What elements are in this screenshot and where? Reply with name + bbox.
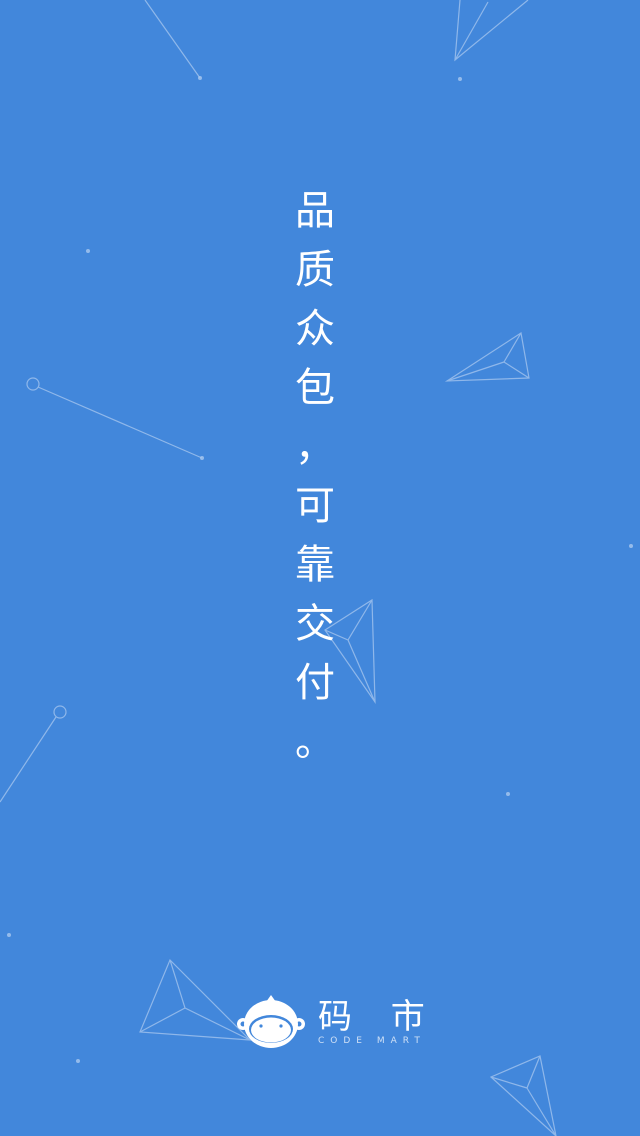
decor-plane (454, 0, 529, 62)
decor-node (53, 705, 67, 719)
decor-dot (458, 77, 462, 81)
slogan-char: 靠 (295, 542, 335, 588)
slogan-vertical-text: 品 质 众 包 ， 可 靠 交 付 。 (275, 182, 355, 772)
slogan-char: ， (295, 424, 335, 470)
decor-dot (198, 76, 202, 80)
decor-line (446, 361, 505, 382)
brand-text: 码 市 CODE MART (318, 998, 439, 1047)
decor-dot (7, 933, 11, 937)
slogan-char: 包 (295, 365, 335, 411)
decor-dot (76, 1059, 80, 1063)
decor-dot (506, 792, 510, 796)
slogan-char: 众 (295, 306, 335, 352)
decor-line (0, 716, 57, 803)
decor-dot (86, 249, 90, 253)
slogan-char: 付 (295, 660, 335, 706)
decor-line (503, 332, 522, 363)
brand-name: 码 市 (318, 996, 439, 1037)
decor-line (144, 0, 201, 79)
slogan-char: 可 (295, 483, 335, 529)
decor-dot (200, 456, 204, 460)
decor-plane (139, 958, 252, 1041)
decor-line (37, 386, 203, 459)
decor-line (139, 1007, 186, 1033)
brand-logo: 码 市 CODE MART (236, 994, 439, 1050)
slogan-char: 。 (295, 719, 335, 765)
monkey-logo-icon (237, 995, 305, 1048)
decor-node (26, 377, 40, 391)
decor-line (503, 361, 530, 379)
slogan-char: 品 (295, 188, 335, 234)
decor-dot (629, 544, 633, 548)
slogan-char: 交 (295, 601, 335, 647)
brand-subtitle: CODE MART (318, 1035, 426, 1046)
slogan-char: 质 (295, 247, 335, 293)
decor-plane (489, 1055, 557, 1136)
decor-line (454, 1, 489, 61)
splash-screen: 品 质 众 包 ， 可 靠 交 付 。 码 市 CODE MART (0, 0, 640, 1136)
